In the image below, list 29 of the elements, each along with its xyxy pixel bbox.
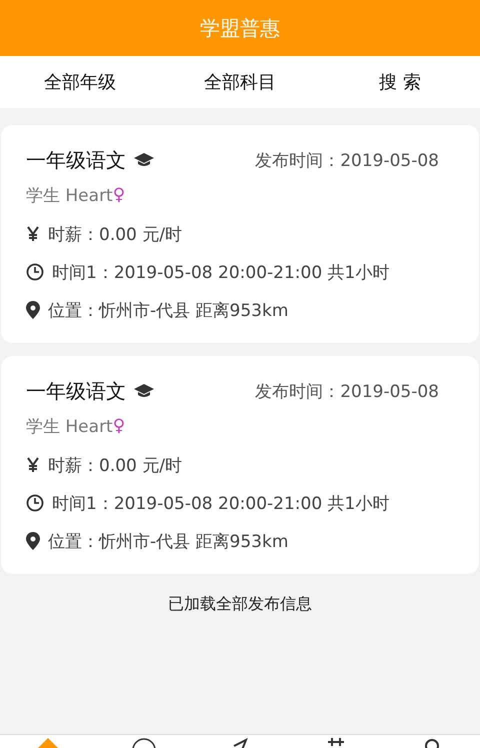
- publish-date: 发布时间：2019-05-08: [255, 150, 439, 172]
- yen-icon: [26, 457, 40, 473]
- location-text: 位置：忻州市-代县 距离953km: [48, 530, 288, 552]
- load-complete-note: 已加载全部发布信息: [167, 593, 313, 615]
- student-name: 学生 Heart: [26, 416, 113, 438]
- clock-icon: [26, 263, 44, 281]
- filter-tab[interactable]: 搜 索: [320, 70, 480, 94]
- gender-symbol: ♀: [112, 416, 126, 436]
- clock-icon: [26, 494, 44, 512]
- subject-title: 一年级语文: [26, 146, 126, 174]
- filter-tab[interactable]: 全部科目: [160, 70, 320, 94]
- hourly-wage: 时薪：0.00 元/时: [48, 224, 182, 246]
- app-title: 学盟普惠: [200, 14, 280, 42]
- graduation-cap-icon: [134, 153, 154, 167]
- location-pin-icon: [26, 301, 40, 319]
- location-pin-icon: [26, 532, 40, 550]
- post-card[interactable]: 一年级语文 发布时间：2019-05-08 学生 Heart♀ 时薪：0.00 元/时 时间1：2019-05-08 20:00-21:00 共1小时 位置：忻州市-代县 距离953km: [1, 356, 479, 574]
- location-text: 位置：忻州市-代县 距离953km: [48, 300, 288, 322]
- gender-symbol: ♀: [112, 185, 126, 205]
- graduation-cap-icon: [134, 384, 154, 398]
- lesson-time: 时间1：2019-05-08 20:00-21:00 共1小时: [52, 262, 390, 284]
- subject-title: 一年级语文: [26, 378, 126, 404]
- publish-date: 发布时间：2019-05-08: [255, 380, 439, 402]
- student-name: 学生 Heart: [26, 184, 113, 206]
- lesson-time: 时间1：2019-05-08 20:00-21:00 共1小时: [52, 492, 390, 514]
- hourly-wage: 时薪：0.00 元/时: [48, 454, 182, 476]
- post-card[interactable]: 一年级语文 发布时间：2019-05-08 学生 Heart♀ 时薪：0.00 元/时 时间1：2019-05-08 20:00-21:00 共1小时 位置：忻州市-代县 距离953km: [1, 125, 479, 343]
- filter-tab[interactable]: 全部年级: [0, 70, 160, 94]
- yen-icon: [26, 226, 40, 242]
